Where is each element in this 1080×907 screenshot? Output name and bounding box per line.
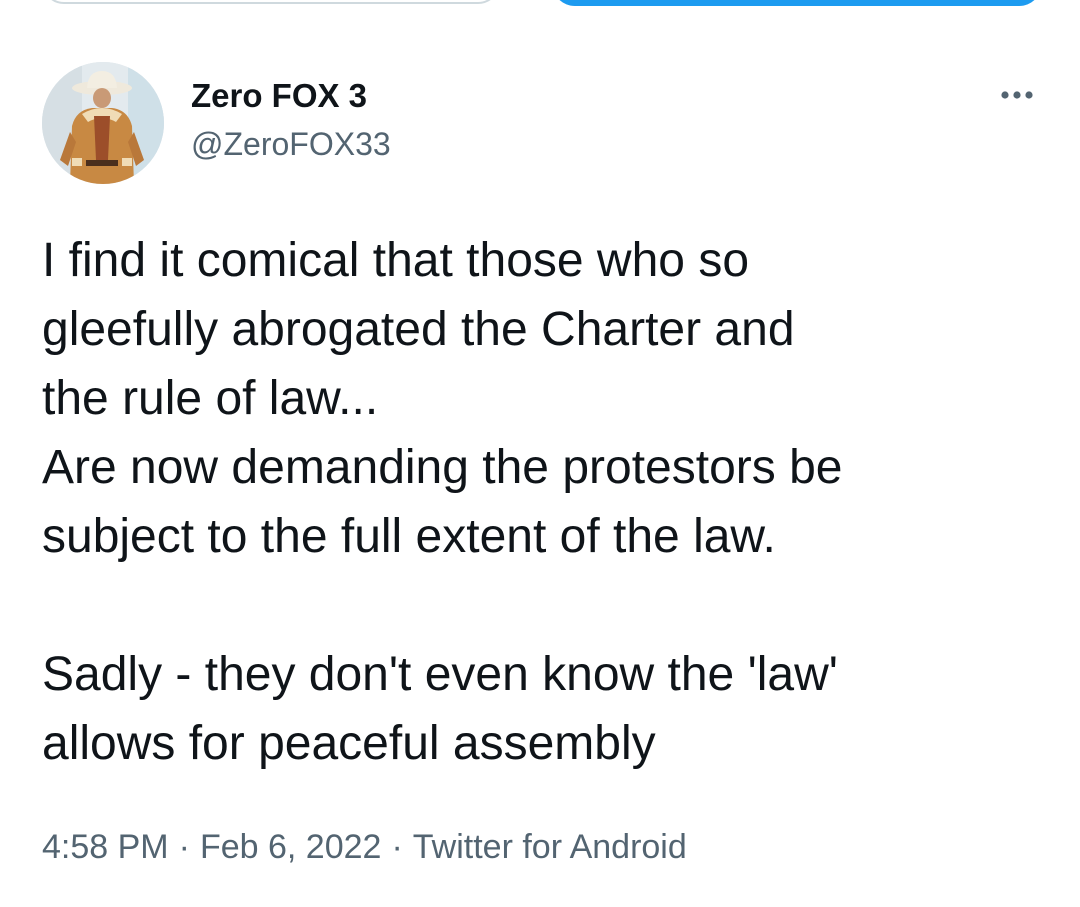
tweet-line: allows for peaceful assembly (42, 717, 656, 770)
tweet-time[interactable]: 4:58 PM (42, 828, 169, 866)
tweet-line: subject to the full extent of the law. (42, 510, 776, 563)
avatar-cowboy-photo (42, 62, 164, 184)
meta-separator: · (178, 828, 190, 866)
tweet-line: Sadly - they don't even know the 'law' (42, 648, 838, 701)
meta-separator: · (391, 828, 403, 866)
tweet-date[interactable]: Feb 6, 2022 (200, 828, 381, 866)
author-display-name[interactable]: Zero FOX 3 (191, 76, 367, 116)
tweet-line: the rule of law... (42, 372, 379, 425)
tweet-source-link[interactable]: Twitter for Android (413, 828, 687, 866)
more-options-button[interactable] (994, 80, 1040, 110)
tweet-line: I find it comical that those who so (42, 234, 750, 287)
tweet-line: Are now demanding the protestors be (42, 441, 843, 494)
avatar[interactable] (42, 62, 164, 184)
primary-action-button[interactable] (552, 0, 1042, 6)
tweet-line: gleefully abrogated the Charter and (42, 303, 795, 356)
more-horizontal-icon (1001, 91, 1033, 99)
tweet-metadata: 4:58 PM · Feb 6, 2022 · Twitter for Android (42, 826, 687, 868)
outline-action-button[interactable] (42, 0, 500, 4)
author-handle[interactable]: @ZeroFOX33 (191, 124, 391, 164)
tweet-text: I find it comical that those who so glee… (42, 226, 1052, 778)
